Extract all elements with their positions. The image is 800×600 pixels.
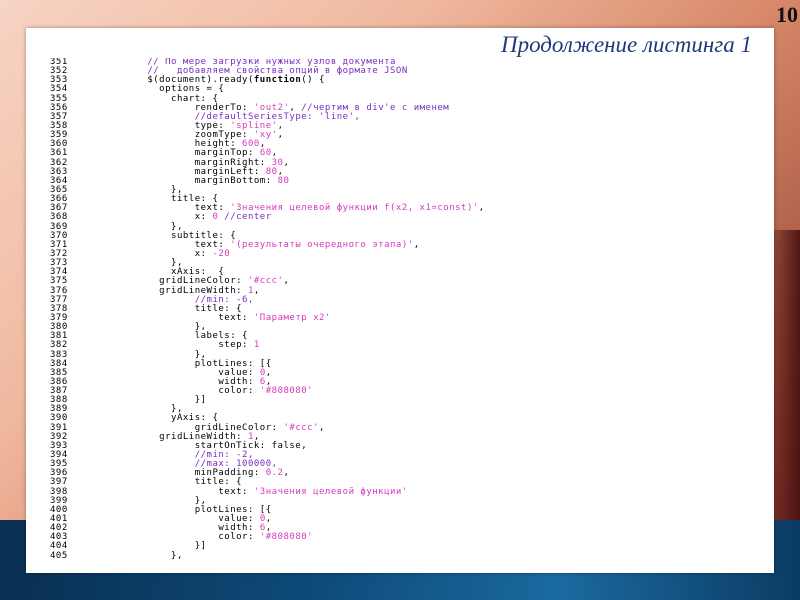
code-line: 405 }, [50,550,780,561]
code-listing: 351 // По мере загрузки нужных узлов док… [50,58,780,568]
content-panel: Продолжение листинга 1 351 // По мере за… [26,28,774,573]
slide-title: Продолжение листинга 1 [500,32,752,57]
line-number: 405 [50,550,68,561]
code-text: }, [100,550,183,561]
slide-number: 10 [776,2,798,27]
